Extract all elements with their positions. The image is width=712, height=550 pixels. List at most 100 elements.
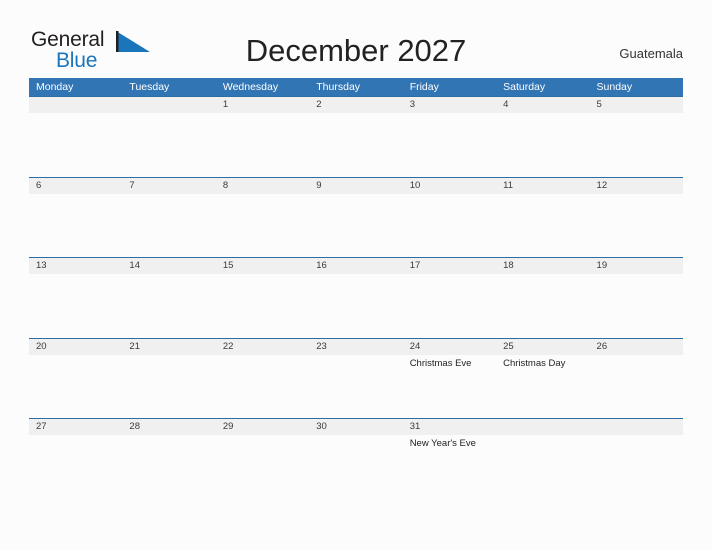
day-cell[interactable] xyxy=(216,113,309,177)
day-number[interactable]: 4 xyxy=(496,97,589,113)
day-cell[interactable]: New Year's Eve xyxy=(403,435,496,499)
day-number[interactable]: 21 xyxy=(122,339,215,355)
day-number[interactable]: 2 xyxy=(309,97,402,113)
day-number[interactable]: 20 xyxy=(29,339,122,355)
day-number[interactable]: 6 xyxy=(29,178,122,194)
day-cell[interactable] xyxy=(590,194,683,258)
day-number[interactable] xyxy=(590,419,683,435)
day-cell[interactable]: Christmas Eve xyxy=(403,355,496,419)
day-number[interactable]: 12 xyxy=(590,178,683,194)
day-cell[interactable] xyxy=(122,274,215,338)
week-day-number-strip: 27 28 29 30 31 xyxy=(29,419,683,435)
day-cell[interactable]: Christmas Day xyxy=(496,355,589,419)
day-number[interactable]: 9 xyxy=(309,178,402,194)
day-cell[interactable] xyxy=(309,274,402,338)
week-day-number-strip: 20 21 22 23 24 25 26 xyxy=(29,338,683,355)
day-cell[interactable] xyxy=(29,355,122,419)
day-number[interactable] xyxy=(496,419,589,435)
day-number[interactable]: 7 xyxy=(122,178,215,194)
day-cell[interactable] xyxy=(29,194,122,258)
weekday-header-row: Monday Tuesday Wednesday Thursday Friday… xyxy=(29,78,683,96)
region-label: Guatemala xyxy=(619,46,683,61)
day-cell[interactable] xyxy=(496,194,589,258)
calendar-week-row: 13 14 15 16 17 18 19 xyxy=(29,257,683,338)
day-number[interactable]: 19 xyxy=(590,258,683,274)
weekday-header-monday: Monday xyxy=(36,81,74,93)
day-cell[interactable] xyxy=(216,355,309,419)
day-number[interactable]: 1 xyxy=(216,97,309,113)
day-cell[interactable] xyxy=(590,274,683,338)
day-event-label: Christmas Eve xyxy=(409,357,472,369)
day-number[interactable]: 27 xyxy=(29,419,122,435)
day-cell[interactable] xyxy=(309,194,402,258)
day-number[interactable] xyxy=(29,97,122,113)
weekday-header-tuesday: Tuesday xyxy=(129,81,170,93)
page-title: December 2027 xyxy=(245,33,467,68)
day-cell[interactable] xyxy=(496,435,589,499)
calendar-week-row: 6 7 8 9 10 11 12 xyxy=(29,176,683,258)
day-cell[interactable] xyxy=(309,355,402,419)
day-cell[interactable] xyxy=(122,113,215,177)
day-cell[interactable] xyxy=(403,194,496,258)
day-cell[interactable] xyxy=(216,274,309,338)
day-cell[interactable] xyxy=(403,274,496,338)
day-cell[interactable] xyxy=(122,355,215,419)
calendar-week-row: 1 2 3 4 5 xyxy=(29,96,683,177)
week-event-strip xyxy=(29,194,683,258)
day-cell[interactable] xyxy=(29,113,122,177)
page-header: General Blue December 2027 Guatemala xyxy=(0,0,712,76)
day-cell[interactable] xyxy=(216,435,309,499)
day-cell[interactable] xyxy=(590,113,683,177)
day-number[interactable]: 17 xyxy=(403,258,496,274)
day-cell[interactable] xyxy=(29,274,122,338)
day-cell[interactable] xyxy=(403,113,496,177)
day-cell[interactable] xyxy=(309,113,402,177)
day-number[interactable]: 5 xyxy=(590,97,683,113)
day-number[interactable]: 10 xyxy=(403,178,496,194)
day-cell[interactable] xyxy=(29,435,122,499)
day-number[interactable]: 16 xyxy=(309,258,402,274)
day-number[interactable]: 13 xyxy=(29,258,122,274)
week-event-strip xyxy=(29,113,683,177)
day-number[interactable]: 14 xyxy=(122,258,215,274)
week-day-number-strip: 13 14 15 16 17 18 19 xyxy=(29,258,683,274)
day-event-label: Christmas Day xyxy=(503,357,566,369)
day-number[interactable]: 3 xyxy=(403,97,496,113)
day-number[interactable]: 26 xyxy=(590,339,683,355)
day-number[interactable]: 15 xyxy=(216,258,309,274)
weekday-header-thursday: Thursday xyxy=(316,81,361,93)
week-event-strip: Christmas Eve Christmas Day xyxy=(29,355,683,419)
day-cell[interactable] xyxy=(122,194,215,258)
day-number[interactable]: 29 xyxy=(216,419,309,435)
day-cell[interactable] xyxy=(122,435,215,499)
day-number[interactable]: 22 xyxy=(216,339,309,355)
weekday-header-saturday: Saturday xyxy=(503,81,546,93)
weekday-header-wednesday: Wednesday xyxy=(222,81,279,93)
day-event-label: New Year's Eve xyxy=(409,438,476,449)
calendar-week-row: 27 28 29 30 31 New Year's Eve xyxy=(29,418,683,499)
day-cell[interactable] xyxy=(216,194,309,258)
day-number[interactable] xyxy=(122,97,215,113)
day-number[interactable]: 18 xyxy=(496,258,589,274)
day-number[interactable]: 30 xyxy=(309,419,402,435)
week-event-strip: New Year's Eve xyxy=(29,435,683,499)
day-number[interactable]: 31 xyxy=(403,419,496,435)
calendar-grid: Monday Tuesday Wednesday Thursday Friday… xyxy=(29,78,683,499)
week-event-strip xyxy=(29,274,683,338)
day-cell[interactable] xyxy=(309,435,402,499)
day-cell[interactable] xyxy=(590,435,683,499)
day-number[interactable]: 23 xyxy=(309,339,402,355)
day-number[interactable]: 8 xyxy=(216,178,309,194)
week-day-number-strip: 6 7 8 9 10 11 12 xyxy=(29,177,683,194)
day-number[interactable]: 24 xyxy=(403,339,496,355)
day-cell[interactable] xyxy=(496,274,589,338)
weekday-header-friday: Friday xyxy=(409,81,439,93)
day-cell[interactable] xyxy=(590,355,683,419)
day-number[interactable]: 25 xyxy=(496,339,589,355)
calendar-week-row: 20 21 22 23 24 25 26 Christmas Eve Chris… xyxy=(29,337,683,419)
day-number[interactable]: 11 xyxy=(496,178,589,194)
day-cell[interactable] xyxy=(496,113,589,177)
week-day-number-strip: 1 2 3 4 5 xyxy=(29,97,683,113)
weekday-header-sunday: Sunday xyxy=(596,81,633,93)
day-number[interactable]: 28 xyxy=(122,419,215,435)
